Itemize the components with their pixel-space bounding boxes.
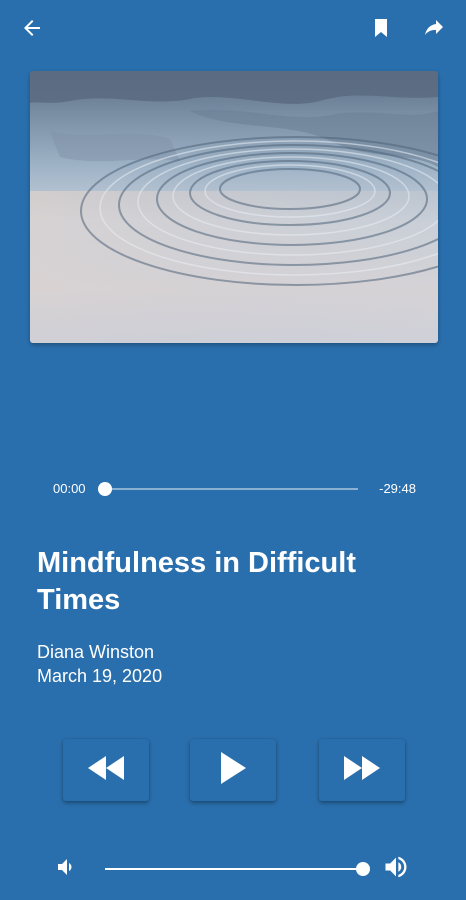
share-icon xyxy=(422,16,446,40)
volume-high-icon xyxy=(381,853,411,886)
playback-progress: 00:00 -29:48 xyxy=(0,470,466,506)
episode-artwork xyxy=(30,71,438,343)
bookmark-button[interactable] xyxy=(361,8,401,48)
bookmark-icon xyxy=(369,16,393,40)
share-button[interactable] xyxy=(414,8,454,48)
volume-high-button[interactable] xyxy=(380,854,412,884)
volume-low-icon xyxy=(55,855,79,884)
play-icon xyxy=(219,751,247,790)
progress-thumb[interactable] xyxy=(98,482,112,496)
back-button[interactable] xyxy=(12,8,52,48)
volume-control xyxy=(0,848,466,888)
top-app-bar xyxy=(0,0,466,60)
arrow-left-icon xyxy=(20,16,44,40)
volume-low-button[interactable] xyxy=(52,854,82,884)
episode-title: Mindfulness in Difficult Times xyxy=(37,547,356,616)
fast-forward-button[interactable] xyxy=(319,739,405,801)
episode-author: Diana Winston xyxy=(37,642,155,662)
play-button[interactable] xyxy=(190,739,276,801)
rewind-button[interactable] xyxy=(63,739,149,801)
remaining-time: -29:48 xyxy=(379,481,416,496)
rewind-icon xyxy=(86,754,126,787)
volume-fill xyxy=(105,868,363,870)
volume-slider[interactable] xyxy=(105,862,370,876)
fast-forward-icon xyxy=(342,754,382,787)
episode-date: March 19, 2020 xyxy=(37,666,163,686)
volume-thumb[interactable] xyxy=(356,862,370,876)
elapsed-time: 00:00 xyxy=(53,481,86,496)
progress-slider[interactable] xyxy=(98,482,358,496)
